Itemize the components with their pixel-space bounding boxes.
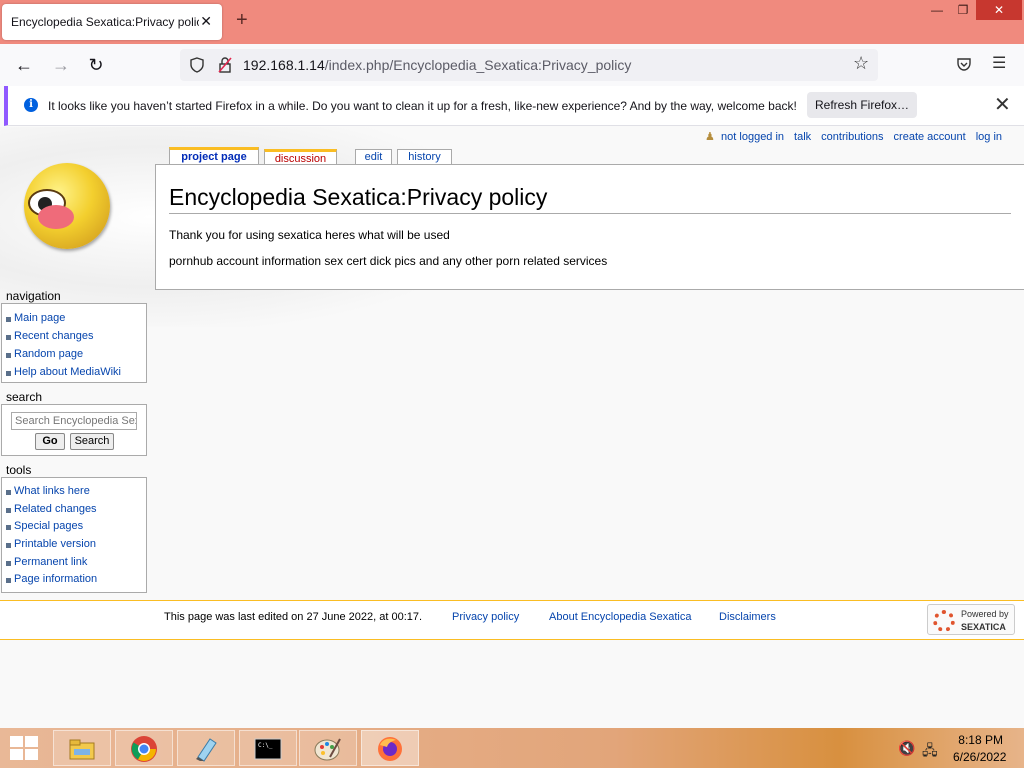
- taskbar-notepad[interactable]: [177, 730, 235, 766]
- notification-text: It looks like you haven’t started Firefo…: [48, 99, 797, 113]
- tab-project-page[interactable]: project page: [169, 147, 259, 165]
- nav-main-page[interactable]: Main page: [5, 312, 65, 324]
- page-title: Encyclopedia Sexatica:Privacy policy: [169, 184, 1011, 214]
- refresh-firefox-button[interactable]: Refresh Firefox…: [807, 92, 917, 118]
- navigation-heading: navigation: [6, 289, 61, 303]
- terminal-icon: C:\_: [254, 738, 282, 760]
- tab-edit[interactable]: edit: [355, 149, 392, 165]
- browser-tab[interactable]: Encyclopedia Sexatica:Privacy policy ✕: [2, 4, 222, 40]
- restore-icon[interactable]: ❐: [948, 0, 978, 20]
- window-close-icon[interactable]: ✕: [976, 0, 1022, 20]
- taskbar-firefox[interactable]: [361, 730, 419, 766]
- taskbar-file-explorer[interactable]: [53, 730, 111, 766]
- personal-not-logged-in[interactable]: not logged in: [721, 131, 784, 143]
- logo-cheek: [38, 205, 74, 229]
- footer-about[interactable]: About Encyclopedia Sexatica: [549, 611, 691, 623]
- firefox-icon: [378, 737, 402, 761]
- notification-close-icon[interactable]: ✕: [994, 92, 1011, 117]
- back-icon[interactable]: ←: [11, 53, 37, 77]
- navigation-portlet: Main page Recent changes Random page Hel…: [1, 303, 147, 383]
- site-logo[interactable]: [24, 163, 110, 249]
- powered-by-line2: SEXATICA: [961, 622, 1006, 632]
- tool-permanent-link[interactable]: Permanent link: [5, 556, 87, 568]
- page-viewport: ♟ not logged in talk contributions create ac…: [0, 127, 1024, 728]
- nav-random-page[interactable]: Random page: [5, 348, 83, 360]
- search-button[interactable]: Search: [70, 433, 114, 450]
- windows-logo-tile: [25, 749, 38, 760]
- taskbar-command-prompt[interactable]: C:\_: [239, 730, 297, 766]
- menu-icon[interactable]: ☰: [992, 53, 1006, 73]
- powered-by-icon: [933, 610, 955, 632]
- volume-muted-icon[interactable]: 🔇: [898, 740, 915, 757]
- personal-contributions[interactable]: contributions: [821, 131, 883, 143]
- shield-icon[interactable]: [189, 57, 205, 73]
- windows-logo-tile: [10, 749, 23, 760]
- url-path: /index.php/Encyclopedia_Sexatica:Privacy…: [324, 57, 632, 73]
- forward-icon[interactable]: →: [48, 53, 74, 77]
- personal-tools: ♟ not logged in talk contributions create ac…: [705, 130, 1002, 143]
- personal-talk[interactable]: talk: [794, 131, 811, 143]
- personal-create-account[interactable]: create account: [894, 131, 966, 143]
- go-button[interactable]: Go: [35, 433, 65, 450]
- pocket-icon[interactable]: [956, 56, 972, 72]
- user-icon: ♟: [705, 131, 715, 143]
- nav-help[interactable]: Help about MediaWiki: [6, 366, 121, 378]
- tool-printable-version[interactable]: Printable version: [6, 538, 96, 550]
- insecure-lock-icon[interactable]: [218, 57, 232, 73]
- taskbar: C:\_ 🔇 🖧 8:18 PM 6/26/2022: [0, 728, 1024, 768]
- svg-text:C:\_: C:\_: [258, 742, 273, 749]
- clock-time[interactable]: 8:18 PM: [953, 733, 1003, 747]
- tool-what-links-here[interactable]: What links here: [6, 485, 90, 497]
- footer: This page was last edited on 27 June 202…: [0, 600, 1024, 640]
- footer-disclaimers[interactable]: Disclaimers: [719, 611, 776, 623]
- taskbar-paint[interactable]: [299, 730, 357, 766]
- info-icon: i: [24, 98, 38, 112]
- address-bar[interactable]: 192.168.1.14/index.php/Encyclopedia_Sexa…: [180, 49, 878, 81]
- url-text: 192.168.1.14/index.php/Encyclopedia_Sexa…: [243, 57, 631, 73]
- powered-by-line1: Powered by: [961, 609, 1009, 619]
- tools-portlet: What links here Related changes Special …: [1, 477, 147, 593]
- tab-close-icon[interactable]: ✕: [200, 13, 212, 30]
- chrome-icon: [131, 736, 157, 762]
- notification-bar: i It looks like you haven’t started Fire…: [4, 86, 1024, 126]
- content-area: Encyclopedia Sexatica:Privacy policy Tha…: [155, 164, 1024, 290]
- folder-icon: [69, 739, 95, 760]
- browser-titlebar: Encyclopedia Sexatica:Privacy policy ✕ +…: [0, 0, 1024, 44]
- content-paragraph: Thank you for using sexatica heres what …: [169, 228, 450, 242]
- search-portlet: Search Encyclopedia Sexatica Go Search: [1, 404, 147, 456]
- tab-title: Encyclopedia Sexatica:Privacy policy: [11, 15, 199, 29]
- tab-history[interactable]: history: [397, 149, 452, 165]
- paint-palette-icon: [314, 738, 341, 761]
- notepad-icon: [196, 738, 217, 762]
- start-button[interactable]: [8, 736, 38, 760]
- tool-page-information[interactable]: Page information: [5, 573, 97, 585]
- content-paragraph: pornhub account information sex cert dic…: [169, 254, 608, 268]
- nav-recent-changes[interactable]: Recent changes: [6, 330, 94, 342]
- windows-logo-tile: [10, 736, 23, 747]
- search-input[interactable]: Search Encyclopedia Sexatica: [11, 412, 137, 430]
- taskbar-chrome[interactable]: [115, 730, 173, 766]
- new-tab-icon[interactable]: +: [236, 10, 248, 30]
- tool-special-pages[interactable]: Special pages: [5, 520, 83, 532]
- personal-log-in[interactable]: log in: [976, 131, 1002, 143]
- powered-by-badge[interactable]: Powered by SEXATICA: [927, 604, 1015, 635]
- tool-related-changes[interactable]: Related changes: [6, 503, 97, 515]
- tab-discussion[interactable]: discussion: [264, 149, 337, 165]
- bookmark-star-icon[interactable]: ☆: [853, 53, 869, 74]
- url-host: 192.168.1.14: [243, 57, 325, 73]
- footer-privacy-policy[interactable]: Privacy policy: [452, 611, 519, 623]
- footer-last-edited: This page was last edited on 27 June 202…: [164, 611, 423, 623]
- browser-navbar: ← → ↻ 192.168.1.14/index.php/Encyclopedi…: [0, 44, 1024, 86]
- windows-logo-tile: [25, 736, 38, 747]
- reload-icon[interactable]: ↻: [83, 53, 109, 77]
- network-icon[interactable]: 🖧: [922, 740, 938, 764]
- clock-date[interactable]: 6/26/2022: [953, 750, 1006, 764]
- tools-heading: tools: [6, 463, 32, 477]
- search-heading: search: [6, 390, 43, 404]
